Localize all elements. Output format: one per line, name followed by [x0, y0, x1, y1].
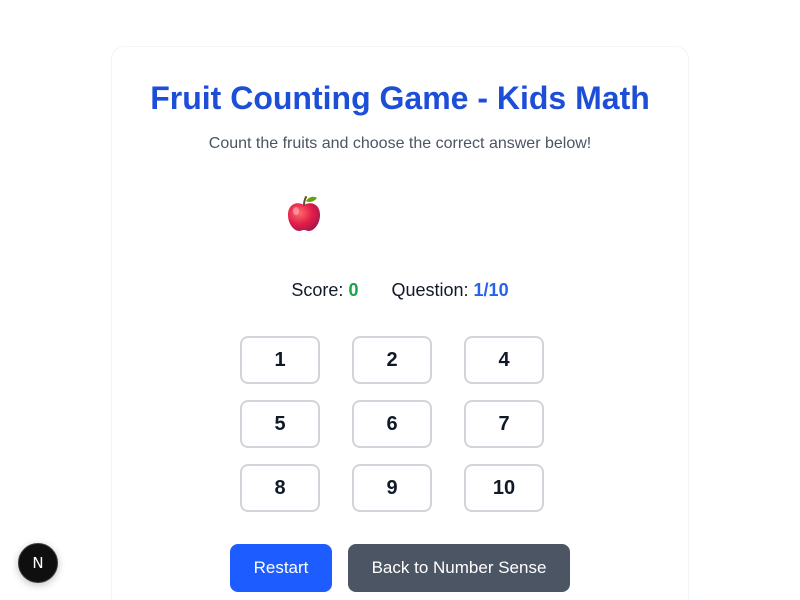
stats-bar: Score: 0 Question: 1/10 [0, 278, 800, 302]
game-card [112, 47, 688, 600]
answer-options: 1 2 4 5 6 7 8 9 10 [240, 336, 544, 512]
answer-button[interactable]: 8 [240, 464, 320, 512]
answer-button[interactable]: 9 [352, 464, 432, 512]
fruit-display [284, 193, 324, 233]
score-label: Score: [291, 280, 344, 300]
page: Fruit Counting Game - Kids Math Count th… [0, 0, 800, 600]
question-display: Question: 1/10 [391, 278, 508, 302]
question-label: Question: [391, 280, 469, 300]
back-to-number-sense-button[interactable]: Back to Number Sense [348, 544, 570, 592]
action-buttons: Restart Back to Number Sense [230, 544, 570, 592]
page-title: Fruit Counting Game - Kids Math [150, 80, 650, 116]
question-value: 1/10 [473, 280, 509, 300]
answer-button[interactable]: 4 [464, 336, 544, 384]
answer-button[interactable]: 10 [464, 464, 544, 512]
answer-button[interactable]: 1 [240, 336, 320, 384]
answer-button[interactable]: 7 [464, 400, 544, 448]
answer-button[interactable]: 6 [352, 400, 432, 448]
answer-button[interactable]: 5 [240, 400, 320, 448]
apple-icon [288, 196, 320, 231]
restart-button[interactable]: Restart [230, 544, 332, 592]
nextjs-dev-badge[interactable]: N [18, 543, 58, 583]
nextjs-logo-icon: N [32, 554, 44, 572]
score-display: Score: 0 [291, 278, 358, 302]
instructions-text: Count the fruits and choose the correct … [208, 135, 592, 152]
score-value: 0 [348, 280, 359, 300]
answer-button[interactable]: 2 [352, 336, 432, 384]
